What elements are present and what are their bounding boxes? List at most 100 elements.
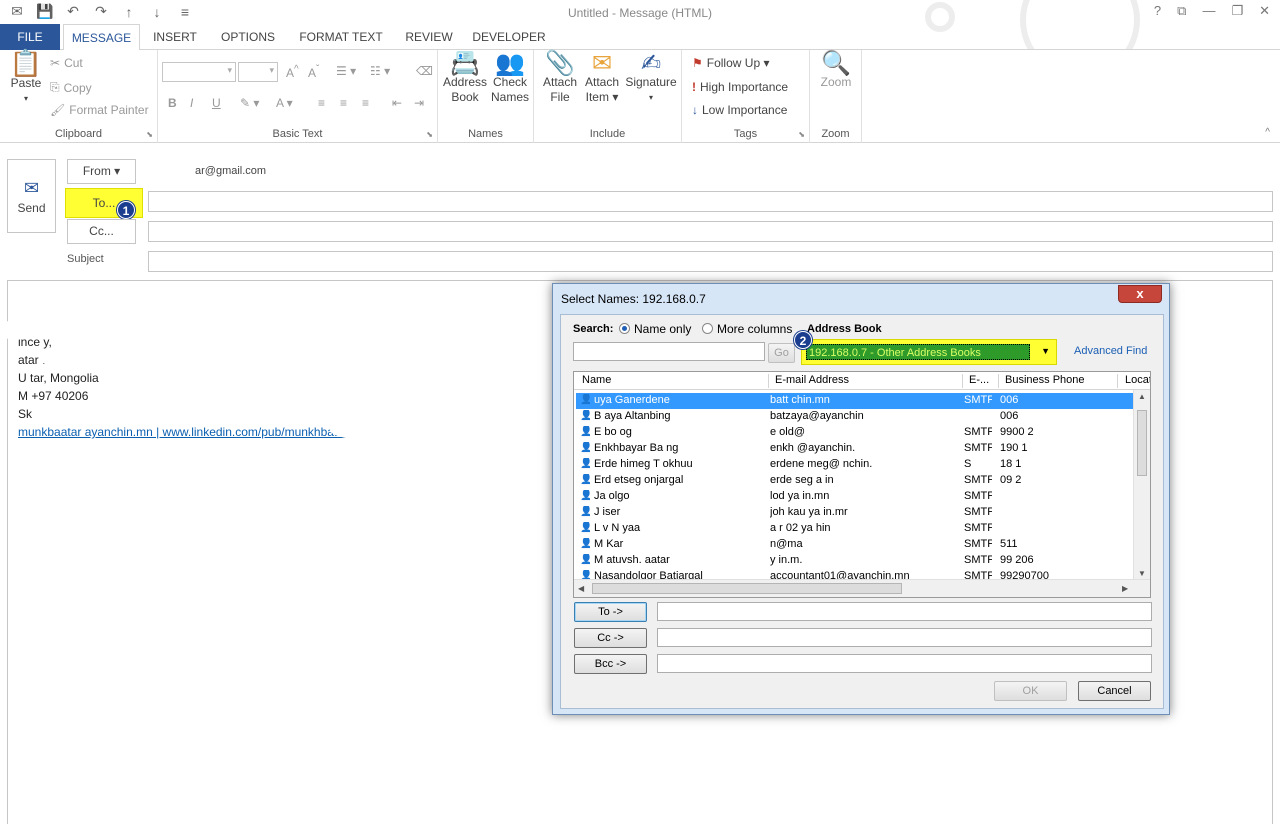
scroll-thumb[interactable] (1137, 410, 1147, 476)
list-item-type: SMTP (964, 554, 992, 566)
column-header-name[interactable]: Name (582, 374, 611, 386)
go-button[interactable]: Go (768, 343, 795, 363)
send-button[interactable]: ✉ Send (7, 159, 56, 233)
scroll-right-icon[interactable]: ▶ (1122, 584, 1128, 593)
to-recipients-field[interactable] (657, 602, 1152, 621)
list-item[interactable]: 👤 M Kar n@ma SMTP 511 (576, 537, 1134, 553)
bullets-icon[interactable]: ☰ ▾ (336, 64, 356, 78)
decrease-indent-icon[interactable]: ⇤ (392, 96, 402, 110)
list-item-type: SMTP (964, 474, 992, 486)
scroll-down-icon[interactable]: ▼ (1138, 569, 1146, 578)
zoom-button[interactable]: 🔍 Zoom (814, 52, 858, 90)
dialog-launcher-icon[interactable]: ⬊ (146, 130, 153, 139)
tab-developer[interactable]: DEVELOPER (468, 24, 550, 50)
list-item[interactable]: 👤 J iser joh kau ya in.mr SMTP (576, 505, 1134, 521)
list-item[interactable]: 👤 uya Ganerdene batt chin.mn SMTP 006 (576, 393, 1134, 409)
bcc-recipients-field[interactable] (657, 654, 1152, 673)
list-item[interactable]: 👤 M atuvsh. aatar y in.m. SMTP 99 206 (576, 553, 1134, 569)
clipboard-group: 📋 Paste ▾ ✂ Cut ⎘ Copy 🖌 Format Painter Cli… (0, 50, 158, 143)
list-header: Name E-mail Address E-... Business Phone… (574, 372, 1150, 390)
scroll-left-icon[interactable]: ◀ (578, 584, 584, 593)
list-item[interactable]: 👤 Ja olgo lod ya in.mn SMTP (576, 489, 1134, 505)
signature-link[interactable]: munkbaatar ayanchin.mn | www.linkedin.co… (18, 425, 355, 439)
restore-icon[interactable]: ❐ (1231, 3, 1243, 19)
paste-button[interactable]: 📋 Paste ▾ (6, 50, 46, 106)
tab-review[interactable]: REVIEW (400, 24, 458, 50)
underline-button[interactable]: U (212, 96, 221, 110)
dialog-title: Select Names: 192.168.0.7 (561, 292, 706, 306)
address-book-button[interactable]: 📇 Address Book (442, 52, 488, 105)
list-item-email: a r 02 ya hin (770, 522, 831, 534)
clear-format-icon[interactable]: ⌫ (416, 64, 433, 78)
more-columns-radio[interactable]: More columns (702, 322, 792, 336)
list-item[interactable]: 👤 Erd etseg onjargal erde seg a in SMTP 09 … (576, 473, 1134, 489)
list-item[interactable]: 👤 L v N yaa a r 02 ya hin SMTP (576, 521, 1134, 537)
dialog-close-button[interactable]: x (1118, 285, 1162, 303)
font-size-combo[interactable] (238, 62, 278, 82)
list-item-type: S (964, 458, 972, 470)
list-item[interactable]: 👤 E bo og e old@ SMTP 9900 2 (576, 425, 1134, 441)
horizontal-scrollbar[interactable]: ◀ ▶ (574, 579, 1150, 597)
scroll-thumb[interactable] (592, 583, 902, 594)
shrink-font-icon[interactable]: Aˇ (308, 64, 319, 80)
advanced-find-link[interactable]: Advanced Find (1074, 345, 1147, 357)
help-icon[interactable]: ? (1154, 3, 1161, 19)
align-left-icon[interactable]: ≡ (318, 96, 325, 110)
tab-format-text[interactable]: FORMAT TEXT (292, 24, 390, 50)
address-book-select[interactable]: 192.168.0.7 - Other Address Books ▼ (801, 339, 1057, 365)
cc-button[interactable]: Cc... (67, 219, 136, 244)
signature-button[interactable]: ✍ Signature ▾ (624, 52, 678, 105)
low-importance-button[interactable]: ↓ Low Importance (692, 103, 787, 117)
column-header-type[interactable]: E-... (969, 374, 989, 386)
bcc-arrow-button[interactable]: Bcc -> (574, 654, 647, 674)
list-item-name: Enkhbayar Ba ng (594, 442, 679, 454)
dialog-launcher-icon[interactable]: ⬊ (426, 130, 433, 139)
tab-options[interactable]: OPTIONS (214, 24, 282, 50)
cc-arrow-button[interactable]: Cc -> (574, 628, 647, 648)
cc-field[interactable] (148, 221, 1273, 242)
vertical-scrollbar[interactable]: ▲ ▼ (1133, 390, 1150, 580)
grow-font-icon[interactable]: A^ (286, 64, 299, 80)
column-header-email[interactable]: E-mail Address (775, 374, 849, 386)
list-item[interactable]: 👤 B aya Altanbing batzaya@ayanchin 006 (576, 409, 1134, 425)
list-item[interactable]: 👤 Erde himeg T okhuu erdene meg@ nchin. S 1… (576, 457, 1134, 473)
numbering-icon[interactable]: ☷ ▾ (370, 64, 390, 78)
format-painter-button[interactable]: 🖌 Format Painter (50, 103, 149, 117)
to-arrow-button[interactable]: To -> (574, 602, 647, 622)
font-color-icon[interactable]: A ▾ (276, 96, 293, 110)
column-header-location[interactable]: Locat (1125, 374, 1150, 386)
cancel-button[interactable]: Cancel (1078, 681, 1151, 701)
attach-item-button[interactable]: ✉ Attach Item ▾ (582, 52, 622, 105)
check-names-button[interactable]: 👥 Check Names (488, 52, 532, 105)
list-item[interactable]: 👤 Enkhbayar Ba ng enkh @ayanchin. SMTP 190 … (576, 441, 1134, 457)
tab-message[interactable]: MESSAGE (63, 24, 140, 51)
font-name-combo[interactable] (162, 62, 236, 82)
scroll-up-icon[interactable]: ▲ (1138, 392, 1146, 401)
tab-insert[interactable]: INSERT (146, 24, 204, 50)
name-only-radio[interactable]: Name only (619, 322, 691, 336)
highlight-icon[interactable]: ✎ ▾ (240, 96, 259, 110)
align-right-icon[interactable]: ≡ (362, 96, 369, 110)
copy-button[interactable]: ⎘ Copy (50, 80, 92, 95)
dialog-launcher-icon[interactable]: ⬊ (798, 130, 805, 139)
attach-file-button[interactable]: 📎 Attach File (538, 52, 582, 105)
align-center-icon[interactable]: ≡ (340, 96, 347, 110)
italic-button[interactable]: I (190, 96, 193, 110)
minimize-icon[interactable]: — (1202, 3, 1215, 19)
high-importance-button[interactable]: ! High Importance (692, 80, 788, 94)
follow-up-button[interactable]: ⚑ Follow Up ▾ (692, 56, 769, 70)
cut-button[interactable]: ✂ Cut (50, 56, 83, 70)
column-header-business-phone[interactable]: Business Phone (1005, 374, 1085, 386)
from-button[interactable]: From ▾ (67, 159, 136, 184)
bold-button[interactable]: B (168, 96, 177, 110)
search-input[interactable] (573, 342, 765, 361)
close-icon[interactable]: ✕ (1259, 3, 1270, 19)
ok-button[interactable]: OK (994, 681, 1067, 701)
collapse-ribbon-icon[interactable]: ^ (1265, 127, 1270, 138)
ribbon-display-icon[interactable]: ⧉ (1177, 3, 1186, 19)
increase-indent-icon[interactable]: ⇥ (414, 96, 424, 110)
subject-field[interactable] (148, 251, 1273, 272)
tab-file[interactable]: FILE (0, 24, 60, 50)
to-field[interactable] (148, 191, 1273, 212)
cc-recipients-field[interactable] (657, 628, 1152, 647)
